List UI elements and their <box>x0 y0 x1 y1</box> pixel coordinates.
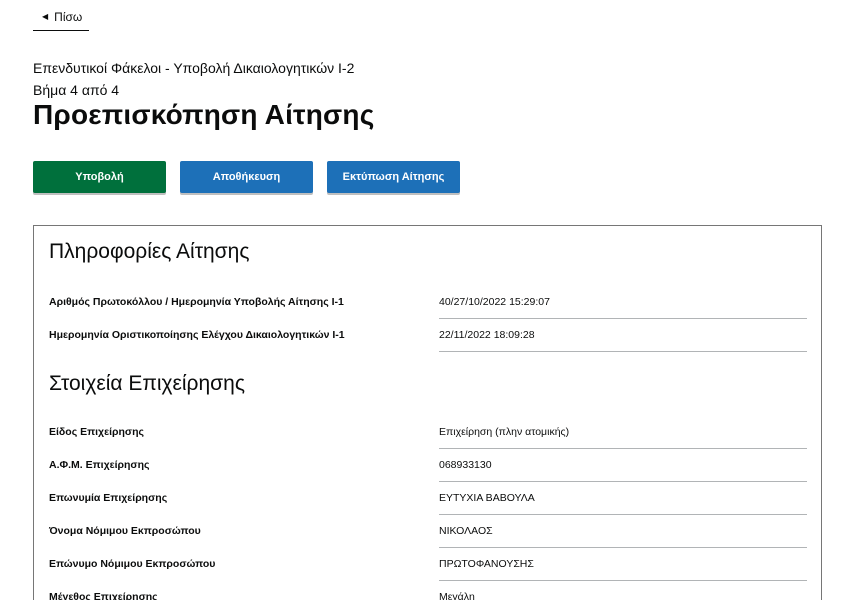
summary-key: Μέγεθος Επιχείρησης <box>49 581 424 600</box>
summary-value: Επιχείρηση (πλην ατομικής) <box>439 416 807 449</box>
summary-row: Μέγεθος Επιχείρησης Μεγάλη <box>49 581 807 600</box>
summary-row: Ημερομηνία Οριστικοποίησης Ελέγχου Δικαι… <box>49 319 807 352</box>
summary-row: Είδος Επιχείρησης Επιχείρηση (πλην ατομι… <box>49 416 807 449</box>
application-info-heading: Πληροφορίες Αίτησης <box>49 240 250 263</box>
business-info-heading: Στοιχεία Επιχείρησης <box>49 372 245 395</box>
summary-row: Επωνυμία Επιχείρησης ΕΥΤΥΧΙΑ ΒΑΒΟΥΛΑ <box>49 482 807 515</box>
chevron-left-icon: ◀ <box>42 12 49 21</box>
summary-key: Είδος Επιχείρησης <box>49 416 424 449</box>
summary-key: Όνομα Νόμιμου Εκπροσώπου <box>49 515 424 548</box>
save-button[interactable]: Αποθήκευση <box>180 161 313 193</box>
preview-page: ◀ Πίσω Επενδυτικοί Φάκελοι - Υποβολή Δικ… <box>0 0 858 600</box>
summary-value: 40/27/10/2022 15:29:07 <box>439 286 807 319</box>
step-caption: Βήμα 4 από 4 <box>33 82 120 98</box>
summary-value: 068933130 <box>439 449 807 482</box>
submit-button[interactable]: Υποβολή <box>33 161 166 193</box>
summary-value: 22/11/2022 18:09:28 <box>439 319 807 352</box>
service-caption: Επενδυτικοί Φάκελοι - Υποβολή Δικαιολογη… <box>33 60 355 76</box>
summary-value: ΕΥΤΥΧΙΑ ΒΑΒΟΥΛΑ <box>439 482 807 515</box>
summary-value: ΝΙΚΟΛΑΟΣ <box>439 515 807 548</box>
print-application-button[interactable]: Εκτύπωση Αίτησης <box>327 161 460 193</box>
back-link[interactable]: ◀ Πίσω <box>33 4 89 31</box>
application-summary-panel: Πληροφορίες Αίτησης Αριθμός Πρωτοκόλλου … <box>33 225 822 600</box>
page-title: Προεπισκόπηση Αίτησης <box>33 99 375 130</box>
summary-key: Ημερομηνία Οριστικοποίησης Ελέγχου Δικαι… <box>49 319 424 352</box>
summary-key: Επώνυμο Νόμιμου Εκπροσώπου <box>49 548 424 581</box>
summary-row: Επώνυμο Νόμιμου Εκπροσώπου ΠΡΩΤΟΦΑΝΟΥΣΗΣ <box>49 548 807 581</box>
summary-row: Όνομα Νόμιμου Εκπροσώπου ΝΙΚΟΛΑΟΣ <box>49 515 807 548</box>
summary-key: Α.Φ.Μ. Επιχείρησης <box>49 449 424 482</box>
summary-key: Αριθμός Πρωτοκόλλου / Ημερομηνία Υποβολή… <box>49 286 424 319</box>
summary-key: Επωνυμία Επιχείρησης <box>49 482 424 515</box>
summary-row: Α.Φ.Μ. Επιχείρησης 068933130 <box>49 449 807 482</box>
summary-value: ΠΡΩΤΟΦΑΝΟΥΣΗΣ <box>439 548 807 581</box>
summary-row: Αριθμός Πρωτοκόλλου / Ημερομηνία Υποβολή… <box>49 286 807 319</box>
back-link-label: Πίσω <box>54 10 83 24</box>
summary-value: Μεγάλη <box>439 591 475 600</box>
